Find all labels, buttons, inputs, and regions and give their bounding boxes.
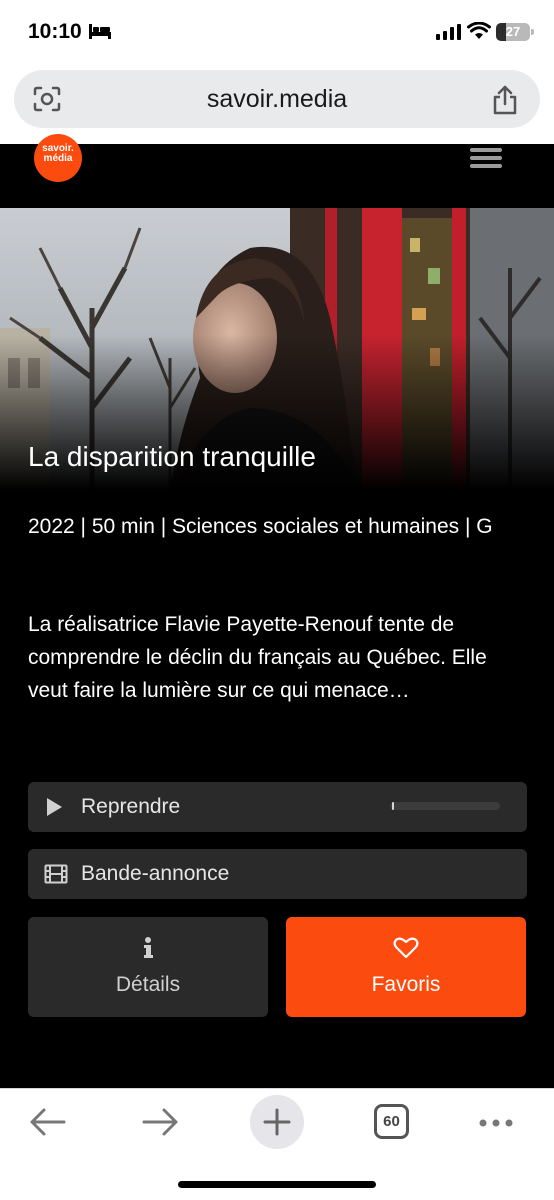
browser-toolbar: 60: [0, 1088, 554, 1200]
site-header: savoir. média: [0, 134, 554, 208]
info-icon: [144, 937, 153, 958]
resume-progress-fill: [392, 802, 394, 810]
play-icon: [47, 798, 62, 816]
resume-progress-bar: [390, 802, 500, 810]
savoir-media-logo[interactable]: savoir. média: [34, 134, 82, 182]
wifi-icon: [467, 22, 491, 39]
home-indicator: [178, 1181, 376, 1188]
battery-indicator: 27: [496, 23, 530, 41]
details-button[interactable]: Détails: [28, 917, 268, 1017]
favorites-button[interactable]: Favoris: [286, 917, 526, 1017]
tab-switcher-button[interactable]: 60: [374, 1104, 409, 1139]
battery-level: 27: [505, 24, 521, 39]
forward-arrow-icon[interactable]: [142, 1107, 180, 1137]
trailer-button[interactable]: Bande-annonce: [28, 849, 527, 899]
back-arrow-icon[interactable]: [28, 1107, 66, 1137]
logo-line-2: média: [43, 153, 73, 164]
video-title: La disparition tranquille: [28, 441, 316, 472]
share-icon[interactable]: [491, 84, 519, 116]
browser-address-area: savoir.media: [0, 64, 554, 144]
battery-cap: [531, 29, 534, 35]
details-label: Détails: [115, 973, 181, 996]
resume-label: Reprendre: [81, 795, 181, 818]
url-text[interactable]: savoir.media: [14, 70, 540, 128]
hamburger-menu-icon[interactable]: [470, 148, 502, 170]
film-icon: [44, 864, 68, 884]
heart-icon: [393, 937, 419, 959]
new-tab-button[interactable]: [250, 1095, 304, 1149]
status-bar: 10:10 27: [0, 0, 554, 64]
plus-icon: [263, 1108, 291, 1136]
address-bar[interactable]: savoir.media: [14, 70, 540, 128]
resume-button[interactable]: Reprendre: [28, 782, 527, 832]
video-description: La réalisatrice Flavie Payette-Renouf te…: [28, 613, 487, 702]
favorites-label: Favoris: [371, 973, 441, 996]
video-meta: 2022 | 50 min | Sciences sociales et hum…: [28, 515, 493, 538]
status-time: 10:10: [28, 20, 82, 43]
cellular-signal-icon: [436, 24, 461, 40]
more-options-icon[interactable]: [478, 1118, 514, 1128]
trailer-label: Bande-annonce: [81, 862, 230, 885]
sleep-focus-icon: [89, 24, 111, 39]
